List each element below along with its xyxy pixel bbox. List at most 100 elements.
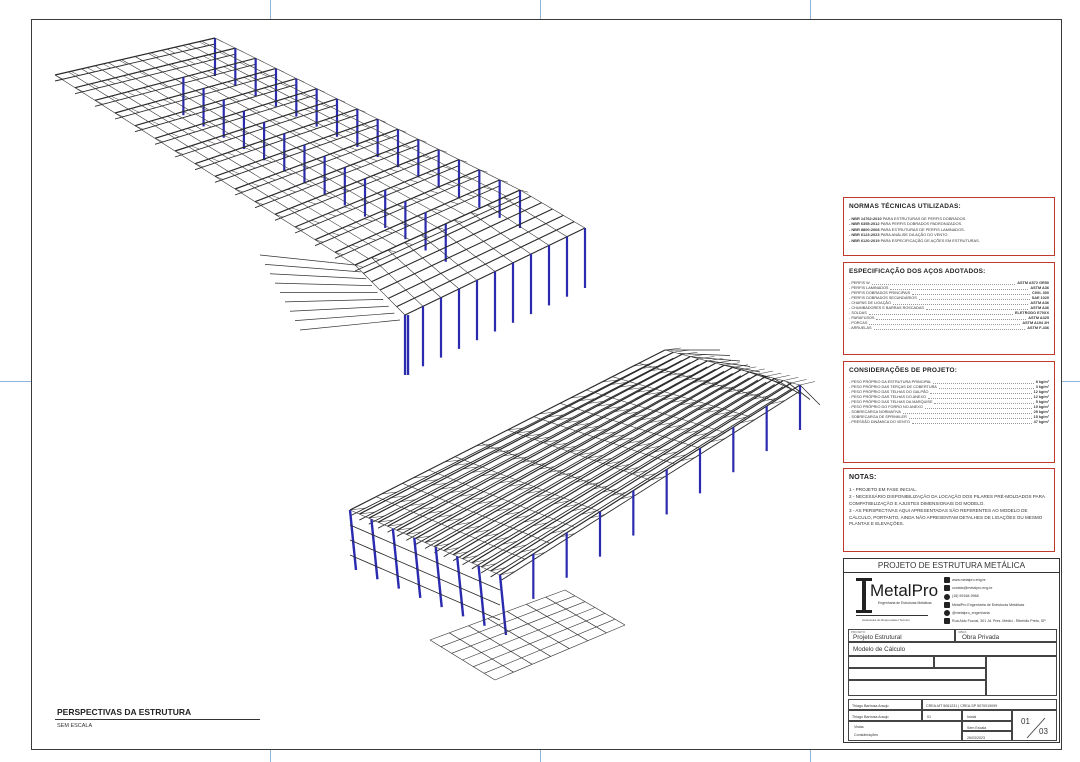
contact-item: contato@metalpro.eng.br bbox=[944, 584, 1059, 592]
nota-item: 1 - PROJETO EM FASE INICIAL. bbox=[849, 487, 918, 492]
truss-diagonal bbox=[198, 41, 208, 47]
obra-value: Obra Privada bbox=[962, 634, 1000, 641]
desenhista-cell: Thiago Barbosa Araujo bbox=[848, 710, 922, 721]
truss-diagonal bbox=[308, 125, 317, 129]
marquee-member bbox=[259, 254, 356, 266]
dot-leader bbox=[912, 291, 1030, 295]
truss-diagonal bbox=[331, 232, 340, 236]
perspectivas-title: PERSPECTIVAS DA ESTRUTURA bbox=[57, 707, 192, 717]
truss-diagonal bbox=[503, 197, 512, 200]
truss-diagonal bbox=[143, 87, 152, 92]
norma-text: PARA ESTRUTURAS DE PERFIS LAMINADOS. bbox=[879, 226, 965, 232]
truss-diagonal bbox=[311, 220, 320, 224]
annex-joist bbox=[420, 234, 478, 281]
norma-text: PARA ESTRUTURAS DE PERFIS DOBRADOS. bbox=[881, 216, 967, 221]
acos-list: - PERFIS W ASTM A572 GR50- PERFIS LAMINAD… bbox=[849, 281, 1049, 331]
truss-diagonal bbox=[389, 168, 398, 172]
dot-leader bbox=[927, 395, 1032, 399]
annex-joist bbox=[371, 257, 424, 307]
truss-diagonal bbox=[207, 140, 216, 145]
revisao-cell: 01 bbox=[922, 710, 962, 721]
truss-diagonal bbox=[324, 194, 333, 198]
truss-diagonal bbox=[351, 244, 360, 248]
truss-diagonal bbox=[393, 186, 402, 190]
truss-diagonal bbox=[191, 145, 200, 150]
purlin bbox=[201, 40, 507, 197]
truss-diagonal bbox=[280, 83, 289, 88]
contact-text: www.metalpro.eng.br bbox=[952, 578, 986, 582]
truss-diagonal bbox=[122, 75, 132, 81]
truss-diagonal bbox=[367, 237, 377, 241]
truss-diagonal bbox=[70, 71, 80, 76]
fase-value: Inicial bbox=[967, 715, 977, 719]
norma-code: - NBR 6123:2023 bbox=[849, 232, 880, 238]
spec-label: - PRESSÃO DINÂMICA DO VENTO bbox=[849, 420, 910, 424]
truss-diagonal bbox=[429, 190, 439, 194]
truss-diagonal bbox=[163, 99, 172, 104]
conteudo-consideracoes: Considerações bbox=[854, 733, 878, 737]
truss-diagonal bbox=[405, 162, 415, 166]
truss-diagonal bbox=[283, 170, 293, 175]
title-block-header: PROJETO DE ESTRUTURA METÁLICA bbox=[844, 559, 1059, 573]
dot-leader bbox=[873, 326, 1026, 330]
dot-leader bbox=[918, 296, 1030, 300]
truss-diagonal bbox=[344, 206, 353, 210]
purlin bbox=[188, 43, 493, 203]
notas-title: NOTAS: bbox=[849, 474, 877, 481]
email-icon bbox=[944, 585, 950, 592]
dot-leader bbox=[902, 410, 1032, 414]
fase-cell: Inicial bbox=[962, 710, 1012, 721]
annex-joist bbox=[387, 249, 442, 298]
modelo-cell: Modelo de Cálculo bbox=[848, 642, 1057, 656]
dot-leader bbox=[869, 321, 1021, 325]
truss-diagonal bbox=[352, 164, 362, 168]
modelo-value: Modelo de Cálculo bbox=[853, 646, 906, 653]
truss-diagonal bbox=[673, 349, 690, 353]
spec-row: - PRESSÃO DINÂMICA DO VENTO 47 kg/m² bbox=[849, 420, 1049, 425]
data-value: 26/03/2023 bbox=[967, 736, 985, 740]
perspectivas-underline bbox=[55, 719, 260, 720]
truss-diagonal bbox=[413, 197, 422, 201]
revisao-value: 01 bbox=[927, 715, 931, 719]
truss-diagonal bbox=[267, 176, 276, 181]
marquee-member bbox=[284, 299, 384, 303]
spec-label: - ARRUELAS bbox=[849, 326, 872, 330]
truss-diagonal bbox=[433, 208, 443, 212]
truss-diagonal bbox=[324, 119, 334, 124]
truss-diagonal bbox=[291, 207, 300, 211]
truss-diagonal bbox=[307, 201, 316, 205]
dot-leader bbox=[908, 415, 1032, 419]
truss-diagonal bbox=[320, 103, 329, 108]
contact-text: contato@metalpro.eng.br bbox=[952, 586, 993, 591]
marquee-member bbox=[289, 305, 389, 312]
purlin bbox=[134, 56, 438, 228]
truss-diagonal bbox=[259, 72, 269, 77]
girt bbox=[349, 554, 501, 621]
perspectivas-scale: SEM ESCALA bbox=[57, 723, 93, 729]
logo-name: MetalPro bbox=[870, 581, 939, 600]
normas-panel: NORMAS TÉCNICAS UTILIZADAS: - NBR 14762:… bbox=[843, 197, 1055, 256]
responsavel-cell: Thiago Barbosa Araujo bbox=[848, 699, 922, 710]
truss-diagonal bbox=[203, 123, 212, 128]
truss-diagonal bbox=[147, 103, 156, 109]
crea-value: CREA-MT 5061231 | CREA-SP 5070019099 bbox=[926, 704, 998, 708]
purlin bbox=[376, 496, 526, 560]
truss-diagonal bbox=[167, 116, 176, 121]
blank-cell bbox=[848, 680, 986, 696]
purlin bbox=[174, 46, 479, 210]
truss-diagonal bbox=[203, 55, 212, 61]
folha-total: 03 bbox=[1039, 727, 1048, 736]
truss-diagonal bbox=[219, 51, 228, 57]
truss-diagonal bbox=[247, 164, 256, 169]
truss-diagonal bbox=[223, 66, 232, 71]
truss-diagonal bbox=[86, 67, 96, 72]
marquee-member bbox=[274, 282, 372, 286]
whatsapp-icon bbox=[944, 593, 950, 600]
dot-leader bbox=[938, 385, 1034, 389]
contact-text: (16) 99168-9968 bbox=[952, 594, 979, 599]
title-block: PROJETO DE ESTRUTURA METÁLICA MetalPro E… bbox=[843, 558, 1060, 743]
notas-panel: NOTAS: 1 - PROJETO EM FASE INICIAL. 2 - N… bbox=[843, 468, 1055, 552]
truss-diagonal bbox=[304, 109, 313, 113]
acos-panel: ESPECIFICAÇÃO DOS AÇOS ADOTADOS: - PERFI… bbox=[843, 262, 1055, 355]
annex-joist bbox=[486, 204, 550, 246]
